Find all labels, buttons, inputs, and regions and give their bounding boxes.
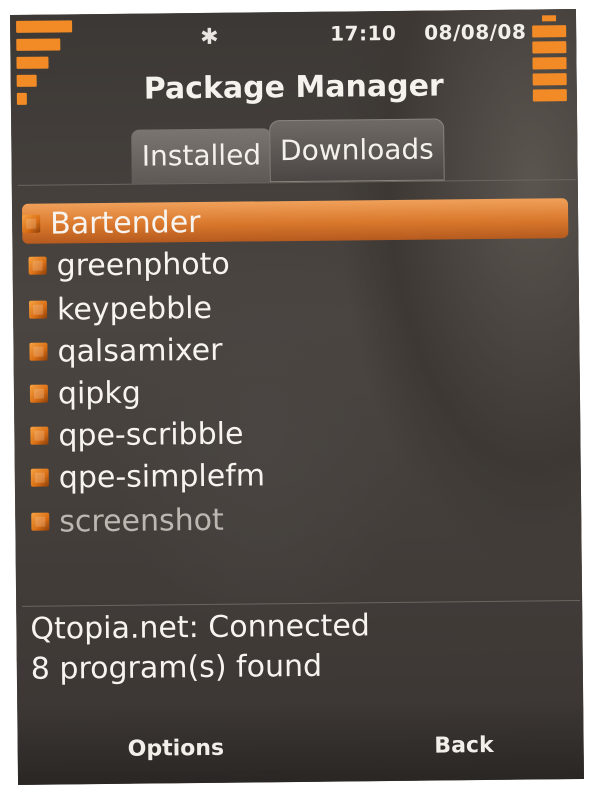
package-icon (29, 342, 48, 361)
package-label: qpe-simplefm (58, 457, 266, 495)
package-icon (28, 256, 47, 275)
package-icon (31, 512, 50, 531)
package-icon (29, 384, 49, 403)
options-softkey[interactable]: Options (128, 736, 225, 762)
package-list: Bartender greenphoto keypebble qalsamixe… (17, 179, 581, 607)
app-title: Package Manager (143, 68, 444, 107)
list-item[interactable]: qpe-simplefm (30, 455, 266, 497)
status-date: 08/08/08 (424, 19, 527, 45)
list-item[interactable]: keypebble (28, 288, 213, 330)
package-label: qalsamixer (57, 332, 223, 370)
list-item[interactable]: qalsamixer (29, 330, 223, 372)
package-icon (22, 214, 41, 233)
battery-cap (542, 15, 557, 22)
list-item[interactable]: screenshot (31, 500, 224, 542)
package-label: screenshot (59, 502, 224, 539)
back-softkey[interactable]: Back (434, 733, 494, 759)
status-bar: ✱ 17:10 08/08/08 (10, 9, 576, 105)
status-time: 17:10 (330, 20, 397, 46)
package-label: qipkg (57, 375, 141, 412)
package-icon (30, 426, 49, 445)
list-item[interactable]: qipkg (29, 373, 141, 414)
package-icon (30, 468, 49, 487)
connection-status-text: Qtopia.net: Connected (30, 608, 371, 647)
list-item[interactable]: greenphoto (28, 244, 230, 286)
tab-downloads[interactable]: Downloads (269, 118, 445, 183)
list-item[interactable]: Bartender (21, 198, 569, 244)
list-item[interactable]: qpe-scribble (30, 414, 244, 456)
battery-segment (532, 41, 567, 54)
tab-bar: Installed Downloads (121, 110, 462, 184)
package-label: qpe-scribble (58, 416, 244, 453)
package-label: Bartender (49, 204, 201, 242)
battery-segment (532, 25, 567, 38)
package-icon (28, 300, 48, 319)
tab-installed[interactable]: Installed (131, 128, 272, 184)
bluetooth-icon: ✱ (200, 24, 219, 50)
package-label: keypebble (56, 290, 213, 328)
package-label: greenphoto (56, 246, 230, 284)
softkey-bar: Options Back (17, 699, 585, 785)
program-count-text: 8 program(s) found (30, 648, 323, 687)
phone-screen: ✱ 17:10 08/08/08 Package Manager Install… (9, 9, 585, 785)
status-message-area: Qtopia.net: Connected 8 program(s) found (30, 606, 370, 690)
